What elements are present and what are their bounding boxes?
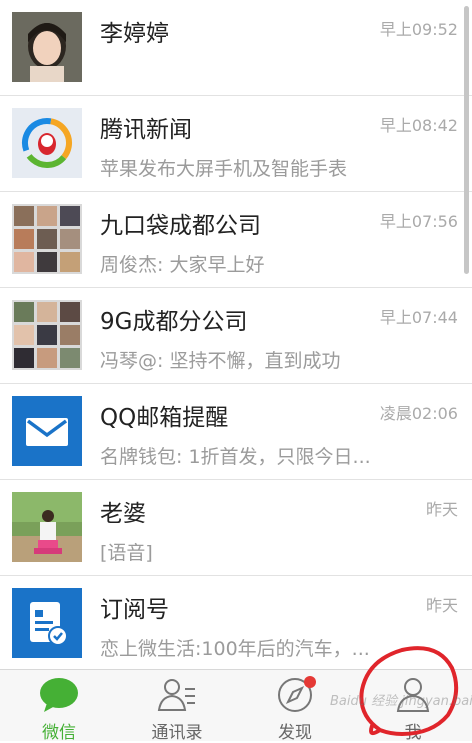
conversation-name: 腾讯新闻 xyxy=(100,117,192,143)
watermark: Baidu 经验 jingyan.baidu.com xyxy=(330,694,472,709)
conversation-preview: 苹果发布大屏手机及智能手表 xyxy=(100,158,348,180)
conversation-row[interactable]: 腾讯新闻 苹果发布大屏手机及智能手表 早上08:42 xyxy=(0,96,472,192)
group-avatar xyxy=(12,204,82,274)
conversation-row[interactable]: 老婆 [语音] 昨天 xyxy=(0,480,472,576)
avatar xyxy=(12,12,82,82)
contacts-icon xyxy=(157,679,195,711)
conversation-name: 老婆 xyxy=(100,501,146,527)
conversation-name: QQ邮箱提醒 xyxy=(100,405,229,431)
tab-label: 我 xyxy=(404,723,422,743)
conversation-time: 早上07:44 xyxy=(379,308,458,327)
conversation-time: 早上07:56 xyxy=(379,212,458,231)
chat-bubble-icon xyxy=(40,678,78,712)
conversation-time: 早上08:42 xyxy=(379,116,458,135)
conversation-name: 李婷婷 xyxy=(100,21,169,47)
conversation-preview: 冯琴@: 坚持不懈，直到成功 xyxy=(100,350,341,372)
tab-label: 微信 xyxy=(42,723,76,743)
conversation-preview: 恋上微生活:100年后的汽车，... xyxy=(100,638,370,660)
conversation-preview: 周俊杰: 大家早上好 xyxy=(100,254,265,276)
group-avatar xyxy=(12,300,82,370)
conversation-name: 订阅号 xyxy=(100,597,169,623)
conversation-name: 九口袋成都公司 xyxy=(100,213,261,239)
conversation-list: 李婷婷 早上09:52 腾讯新闻 苹果发布大屏手机及智能手表 早上08:42 九… xyxy=(0,0,472,669)
conversation-row[interactable]: 9G成都分公司 冯琴@: 坚持不懈，直到成功 早上07:44 xyxy=(0,288,472,384)
tab-label: 发现 xyxy=(278,723,312,743)
conversation-preview: [语音] xyxy=(100,542,153,564)
conversation-preview: 名牌钱包: 1折首发，只限今日... xyxy=(100,446,371,468)
conversation-time: 凌晨02:06 xyxy=(379,404,458,423)
tab-label: 通讯录 xyxy=(151,723,203,743)
conversation-name: 9G成都分公司 xyxy=(100,309,248,335)
conversation-row[interactable]: QQ邮箱提醒 名牌钱包: 1折首发，只限今日... 凌晨02:06 xyxy=(0,384,472,480)
subscription-icon xyxy=(12,588,82,658)
conversation-row[interactable]: 李婷婷 早上09:52 xyxy=(0,0,472,96)
tencent-news-logo-icon xyxy=(12,108,82,178)
conversation-time: 早上09:52 xyxy=(379,20,458,39)
scrollbar[interactable] xyxy=(464,6,469,274)
conversation-time: 昨天 xyxy=(425,596,458,615)
conversation-row[interactable]: 九口袋成都公司 周俊杰: 大家早上好 早上07:56 xyxy=(0,192,472,288)
conversation-time: 昨天 xyxy=(425,500,458,519)
mail-icon xyxy=(12,396,82,466)
conversation-row[interactable]: 订阅号 恋上微生活:100年后的汽车，... 昨天 xyxy=(0,576,472,669)
tab-chats[interactable]: 微信 xyxy=(0,670,118,743)
tab-contacts[interactable]: 通讯录 xyxy=(118,670,236,743)
avatar xyxy=(12,492,82,562)
notification-badge xyxy=(304,676,316,688)
